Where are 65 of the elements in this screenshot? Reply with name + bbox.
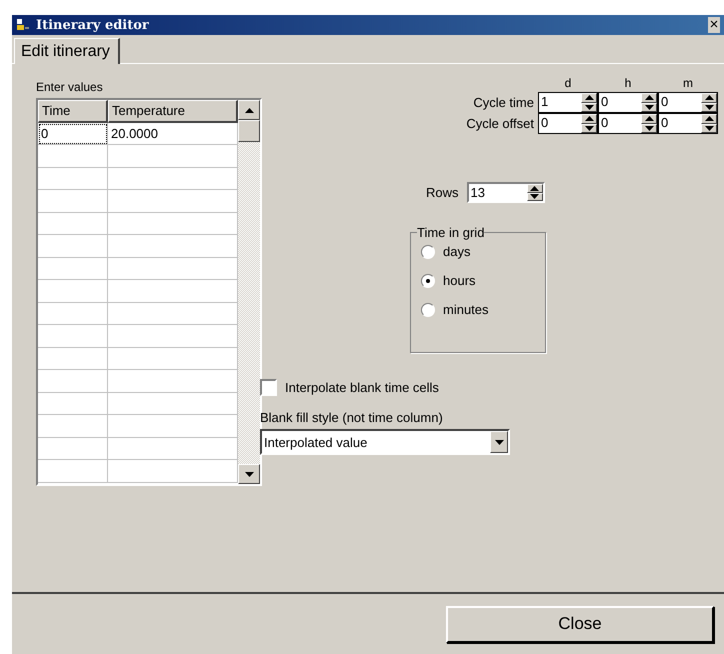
empty-table-cell[interactable]: [38, 190, 108, 212]
fill-style-label: Blank fill style (not time column): [260, 410, 443, 425]
down-arrow-icon: [244, 472, 254, 476]
tab[interactable]: Edit itinerary: [14, 38, 120, 64]
empty-table-cell[interactable]: [38, 145, 108, 168]
fill-style-dropdown[interactable]: Interpolated value: [260, 429, 510, 455]
unit-label: m: [682, 76, 694, 92]
down-arrow-icon: [644, 104, 654, 110]
empty-table-cell[interactable]: [38, 258, 108, 280]
up-arrow-icon: [584, 116, 594, 122]
up-arrow-icon: [704, 116, 714, 122]
down-arrow-icon: [584, 126, 594, 131]
up-arrow-icon: [584, 95, 594, 100]
up-arrow-icon: [530, 186, 540, 191]
rows-spin-field[interactable]: 13: [466, 182, 545, 203]
radio-option[interactable]: minutes: [421, 302, 535, 317]
radio-option[interactable]: days: [421, 244, 535, 259]
empty-table-cell[interactable]: [38, 235, 108, 258]
caret-icon: [494, 440, 504, 444]
radio-option[interactable]: hours: [421, 273, 535, 288]
checkbox-label: Interpolate blank time cells: [285, 380, 439, 395]
unit-label: h: [624, 76, 632, 92]
empty-table-cell[interactable]: [38, 415, 108, 438]
spin-field[interactable]: 0: [658, 92, 718, 113]
checkbox[interactable]: [260, 379, 277, 396]
rows-label: Rows: [426, 185, 459, 200]
up-arrow-icon: [644, 95, 654, 100]
up-arrow-icon: [244, 108, 254, 112]
down-arrow-icon: [644, 126, 654, 131]
row-label: Cycle offset: [465, 116, 535, 131]
table-cell[interactable]: 0: [38, 122, 108, 145]
empty-table-cell[interactable]: [38, 212, 108, 235]
column-header[interactable]: Time: [38, 100, 108, 122]
empty-table-cell[interactable]: [38, 302, 108, 325]
empty-table-cell[interactable]: [38, 392, 108, 415]
scrollbar[interactable]: [238, 100, 260, 484]
down-arrow-icon: [704, 104, 714, 110]
window-title: Itinerary editor: [36, 18, 150, 32]
scroll-thumb[interactable]: [238, 120, 260, 142]
empty-table-cell[interactable]: [38, 168, 108, 190]
column-header[interactable]: Temperature: [108, 100, 238, 122]
app-icon: [16, 18, 30, 32]
empty-table-cell[interactable]: [38, 460, 108, 482]
empty-table-cell[interactable]: [38, 325, 108, 348]
empty-table-cell[interactable]: [38, 438, 108, 460]
close-button[interactable]: ×: [708, 17, 720, 33]
group-title: Time in grid: [417, 225, 484, 240]
empty-table-cell[interactable]: [38, 348, 108, 370]
spin-field[interactable]: 0: [598, 92, 658, 113]
radio-dot-icon: [426, 278, 430, 282]
spin-field[interactable]: 0: [598, 113, 658, 134]
grid-caption: Enter values: [36, 80, 104, 94]
down-arrow-icon: [530, 194, 540, 200]
unit-label: d: [564, 76, 572, 92]
row-label: Cycle time: [472, 95, 535, 110]
down-arrow-icon: [704, 126, 714, 131]
up-arrow-icon: [644, 116, 654, 122]
spin-field[interactable]: 0: [538, 113, 598, 134]
spin-field[interactable]: 0: [658, 113, 718, 134]
down-arrow-icon: [584, 104, 594, 110]
spin-field[interactable]: 1: [538, 92, 598, 113]
close-dialog-button[interactable]: Close: [446, 606, 714, 642]
empty-table-cell[interactable]: [38, 370, 108, 392]
empty-table-cell[interactable]: [38, 280, 108, 302]
up-arrow-icon: [704, 95, 714, 100]
